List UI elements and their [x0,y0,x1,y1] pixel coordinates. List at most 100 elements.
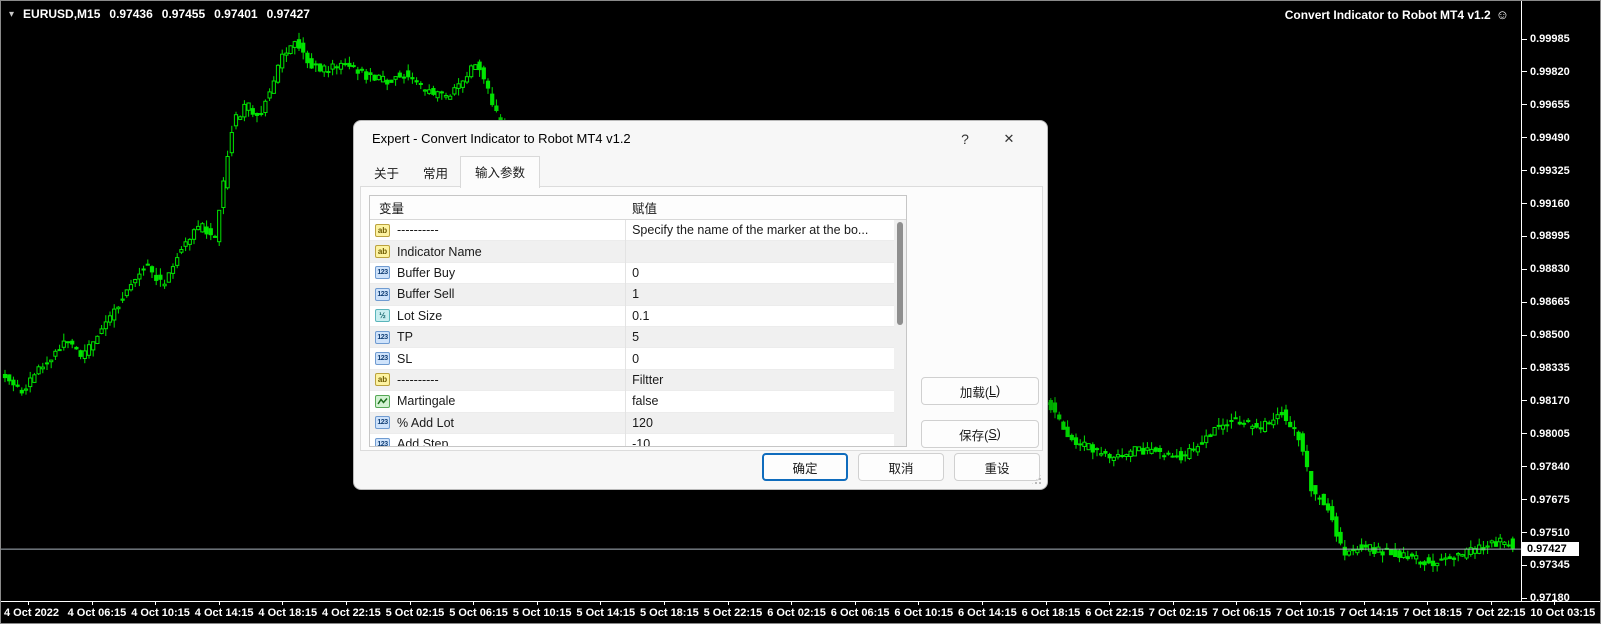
symbol-timeframe: EURUSD,M15 [23,7,101,21]
time-axis-label: 6 Oct 22:15 [1085,607,1144,619]
time-axis-label: 6 Oct 14:15 [958,607,1017,619]
column-header-variable[interactable]: 变量 [370,198,625,217]
expert-properties-dialog: Expert - Convert Indicator to Robot MT4 … [353,120,1048,490]
price-axis[interactable]: 0.99985 0.99820 0.99655 0.99490 0.99325 0.991… [1522,1,1600,604]
price-axis-tick [1522,301,1527,303]
time-axis-tick [1300,602,1301,605]
param-row[interactable]: 123 SL 0 [370,348,894,370]
tab-bar: 关于 常用 输入参数 [362,156,541,188]
column-divider[interactable] [625,196,626,446]
tab-inputs[interactable]: 输入参数 [460,156,541,188]
chevron-down-icon[interactable]: ▾ [9,9,14,20]
time-axis-label: 7 Oct 02:15 [1148,607,1208,619]
parameter-rows: ab ---------- Specify the name of the mark… [370,220,894,446]
param-value[interactable]: 5 [624,330,894,344]
price-axis-tick [1522,466,1527,468]
dialog-title: Expert - Convert Indicator to Robot MT4 … [372,131,631,146]
time-axis-tick [282,602,284,605]
number-param-icon: 123 [375,287,390,301]
time-axis[interactable]: 4 Oct 2022 4 Oct 06:15 4 Oct 10:15 4 Oct 14… [1,602,1600,623]
param-name: % Add Lot [397,415,454,430]
load-button[interactable]: 加载(L) [921,377,1039,405]
time-axis-tick [409,602,411,605]
time-axis-tick [473,602,475,605]
scrollbar-thumb[interactable] [897,222,903,325]
param-value[interactable]: 0.1 [624,309,894,323]
ohlc-low: 0.97401 [214,7,258,21]
save-mnemonic: S [988,427,997,441]
param-value[interactable]: -10 [624,437,894,446]
parameters-table: 变量 赋值 ab ---------- Specify the name of th… [369,195,907,447]
table-header-row: 变量 赋值 [370,196,906,220]
time-axis-label: 7 Oct 14:15 [1339,607,1399,619]
ohlc-open: 0.97436 [109,7,153,21]
price-axis-label: 0.97510 [1530,526,1570,539]
price-axis-tick [1522,203,1527,204]
param-row[interactable]: ab ---------- Specify the name of the mark… [370,220,894,242]
price-axis-tick [1522,564,1527,566]
time-axis-tick [536,602,538,605]
price-axis-label: 0.98170 [1530,394,1570,407]
chart-param-icon [375,394,390,408]
column-header-value[interactable]: 赋值 [625,198,657,217]
cancel-button[interactable]: 取消 [858,453,944,481]
time-axis-tick [218,602,220,605]
price-axis-tick [1522,334,1527,336]
price-axis-label: 0.98830 [1530,263,1570,276]
close-icon[interactable]: ✕ [992,125,1026,153]
time-axis-tick [1172,602,1174,605]
param-row[interactable]: Martingale false [370,391,894,413]
param-row[interactable]: ab Indicator Name [370,241,894,263]
param-value[interactable]: 1 [624,287,894,301]
param-row[interactable]: ½ Lot Size 0.1 [370,305,894,327]
param-row[interactable]: 123 Buffer Sell 1 [370,284,894,306]
time-axis-label: 10 Oct 03:15 [1530,607,1596,619]
table-scrollbar[interactable] [894,220,906,446]
price-axis-tick [1522,597,1527,599]
time-axis-tick [28,602,29,605]
price-axis-tick [1522,268,1527,270]
load-button-label: 加载( [959,385,990,400]
save-button[interactable]: 保存(S) [921,420,1039,448]
param-name: ---------- [397,223,439,238]
param-value[interactable]: 120 [624,416,894,430]
time-axis-tick [1490,602,1492,605]
tab-common[interactable]: 常用 [411,159,460,187]
param-value[interactable]: 0 [624,352,894,366]
help-button[interactable]: ? [950,125,980,153]
param-row[interactable]: 123 TP 5 [370,326,894,349]
reset-button[interactable]: 重设 [954,453,1040,481]
param-row[interactable]: 123 Buffer Buy 0 [370,262,894,285]
ok-button[interactable]: 确定 [762,453,848,481]
param-value[interactable]: 0 [624,266,894,280]
time-axis-tick [854,602,856,605]
param-value[interactable]: Specify the name of the marker at the bo… [624,223,894,237]
param-name: ---------- [397,372,439,387]
time-axis-tick [1109,602,1111,605]
inputs-tab-panel: 变量 赋值 ab ---------- Specify the name of th… [360,186,1043,451]
indicator-watermark: Convert Indicator to Robot MT4 v1.2 ☺ [1285,7,1509,22]
time-axis-label: 6 Oct 06:15 [830,607,890,619]
mt4-chart-window: ▾ EURUSD,M15 0.97436 0.97455 0.97401 0.9… [0,0,1601,624]
time-axis-label: 5 Oct 02:15 [385,607,445,619]
text-param-icon: ab [375,245,390,259]
number-param-icon: 123 [375,266,390,280]
time-axis-label: 7 Oct 18:15 [1403,607,1462,619]
price-axis-tick [1522,367,1527,369]
param-name: TP [397,330,413,345]
param-value[interactable]: false [624,394,894,408]
param-name: SL [397,351,413,366]
price-axis-label: 0.99820 [1530,65,1570,78]
tab-about[interactable]: 关于 [362,159,411,187]
time-axis-tick [727,602,729,605]
param-row[interactable]: 123 Add Step -10 [370,433,894,446]
param-row[interactable]: 123 % Add Lot 120 [370,412,894,434]
symbol-ohlc-info: ▾ EURUSD,M15 0.97436 0.97455 0.97401 0.9… [9,7,310,21]
fraction-param-icon: ½ [375,309,390,323]
param-name: Martingale [397,394,456,409]
param-value[interactable]: Filtter [624,373,894,387]
text-param-icon: ab [375,373,390,387]
param-row[interactable]: ab ---------- Filtter [370,369,894,392]
ohlc-close: 0.97427 [266,7,310,21]
price-axis-label: 0.98665 [1530,296,1570,309]
